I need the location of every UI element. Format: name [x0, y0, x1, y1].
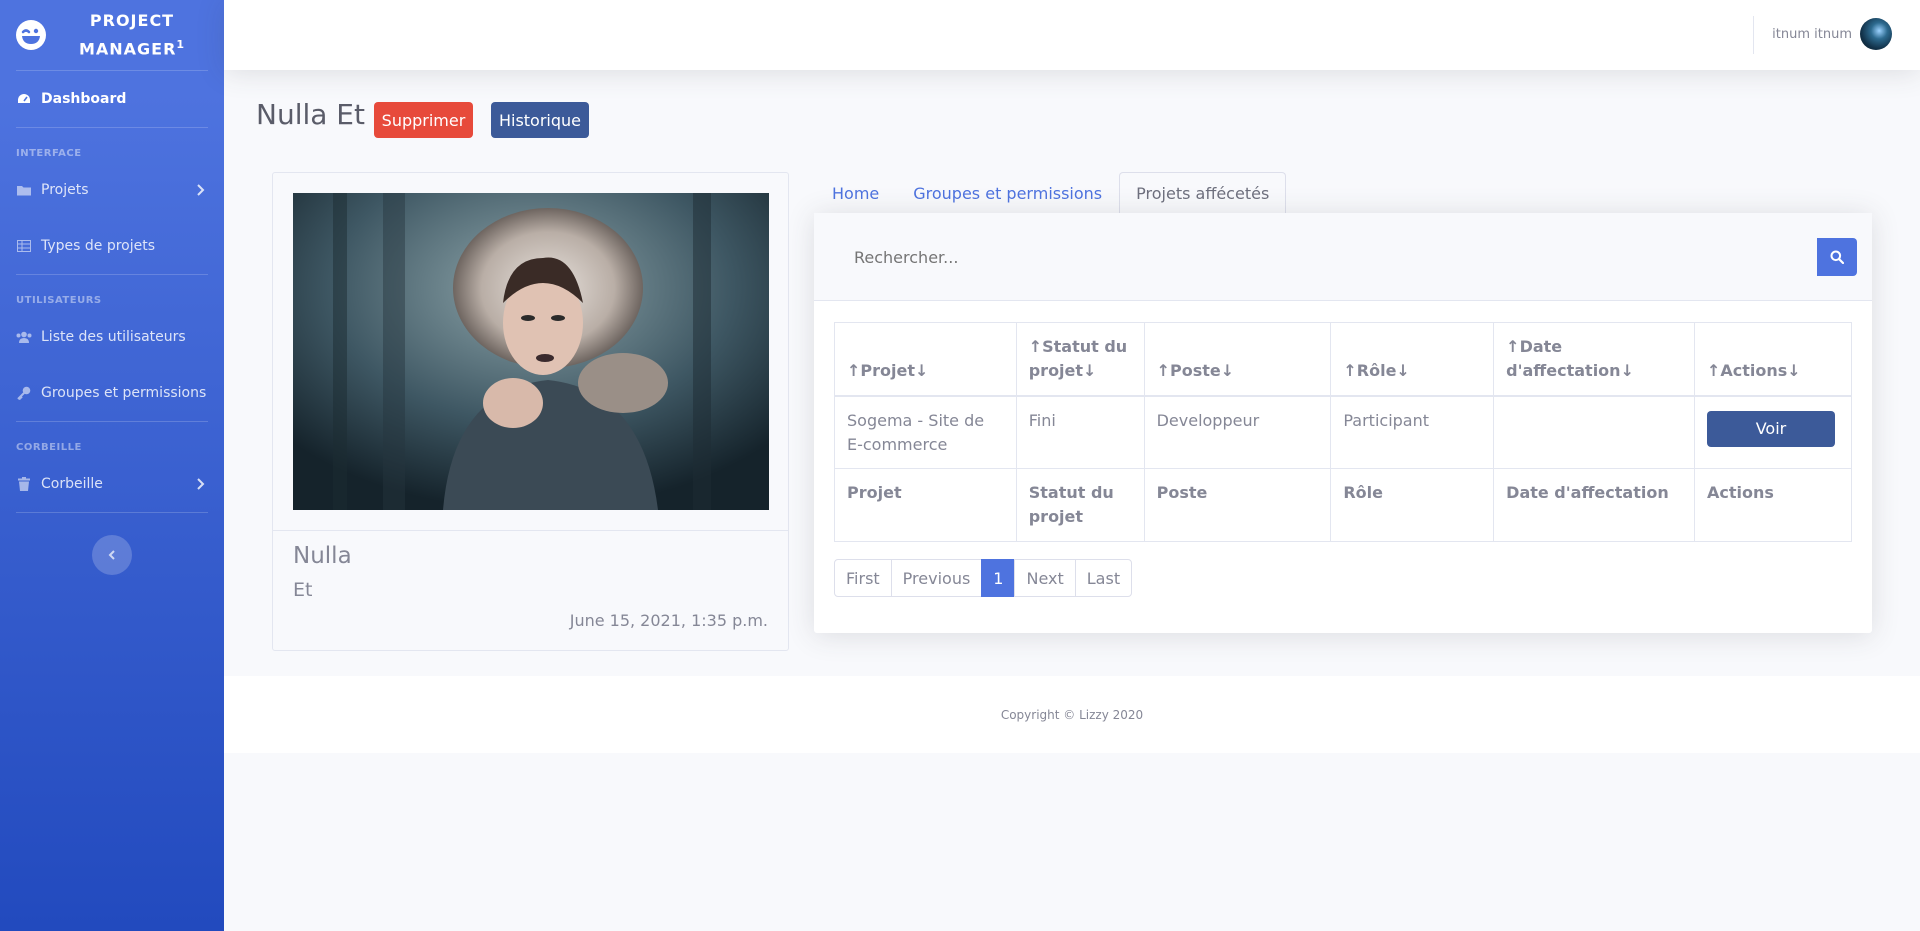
footer: Copyright © Lizzy 2020 [224, 676, 1920, 753]
table-icon [16, 238, 32, 254]
column-footer-date: Date d'affectation [1493, 468, 1695, 542]
avatar [1860, 18, 1892, 50]
profile-first-name: Nulla [293, 543, 352, 569]
page-next-button[interactable]: Next [1014, 559, 1076, 597]
username: itnum itnum [1772, 26, 1852, 42]
table-header-row: ↑Projet↓ ↑Statut du projet↓ ↑Poste↓ ↑Rôl… [834, 322, 1853, 397]
sidebar-heading: CORBEILLE [16, 442, 82, 453]
profile-divider [273, 530, 788, 531]
copyright-text: Copyright © Lizzy 2020 [1000, 707, 1144, 722]
sidebar-divider [16, 512, 208, 513]
profile-card: Nulla Et June 15, 2021, 1:35 p.m. [272, 172, 789, 651]
page-previous-button[interactable]: Previous [890, 559, 983, 597]
tachometer-icon [16, 91, 32, 107]
column-header-role[interactable]: ↑Rôle↓ [1330, 322, 1495, 397]
column-footer-poste: Poste [1143, 468, 1332, 542]
column-header-projet[interactable]: ↑Projet↓ [834, 322, 1017, 397]
sidebar-item-types-projets[interactable]: Types de projets [0, 218, 224, 274]
sidebar-item-label: Dashboard [41, 91, 127, 107]
column-header-date[interactable]: ↑Date d'affectation↓ [1493, 322, 1695, 397]
folder-icon [16, 182, 32, 198]
brand-title: PROJECT MANAGER1 [78, 10, 186, 59]
column-footer-statut: Statut du projet [1015, 468, 1145, 542]
sidebar: PROJECT MANAGER1 Dashboard INTERFACE Pro… [0, 0, 224, 931]
table-footer-row: Projet Statut du projet Poste Rôle Date … [834, 468, 1853, 542]
column-footer-projet: Projet [834, 468, 1017, 542]
projects-panel: ↑Projet↓ ↑Statut du projet↓ ↑Poste↓ ↑Rôl… [814, 213, 1872, 633]
sidebar-toggle-button[interactable] [92, 535, 132, 575]
search-icon [1830, 250, 1844, 264]
column-header-statut[interactable]: ↑Statut du projet↓ [1015, 322, 1145, 397]
delete-button[interactable]: Supprimer [374, 102, 473, 138]
search-bar [814, 213, 1872, 301]
projects-table: ↑Projet↓ ↑Statut du projet↓ ↑Poste↓ ↑Rôl… [834, 322, 1853, 542]
chevron-right-icon [197, 478, 205, 490]
cell-poste: Developpeur [1143, 395, 1332, 469]
sidebar-item-label: Groupes et permissions [41, 385, 207, 401]
sidebar-item-corbeille[interactable]: Corbeille [0, 456, 224, 512]
search-input[interactable] [836, 238, 1816, 276]
tab-projets-affectes[interactable]: Projets affécetés [1119, 172, 1287, 214]
sidebar-item-label: Types de projets [41, 238, 156, 254]
sidebar-heading: UTILISATEURS [16, 295, 102, 306]
tab-home[interactable]: Home [815, 172, 896, 214]
sidebar-item-dashboard[interactable]: Dashboard [0, 71, 224, 127]
column-footer-actions: Actions [1693, 468, 1853, 542]
column-footer-role: Rôle [1330, 468, 1495, 542]
profile-date: June 15, 2021, 1:35 p.m. [569, 611, 768, 630]
page-last-button[interactable]: Last [1074, 559, 1133, 597]
chevron-right-icon [197, 184, 205, 196]
sidebar-item-label: Projets [41, 182, 89, 198]
cell-actions: Voir [1693, 395, 1853, 469]
brand[interactable]: PROJECT MANAGER1 [0, 0, 224, 70]
profile-last-name: Et [293, 579, 313, 601]
cell-date [1493, 395, 1695, 469]
sidebar-item-users-list[interactable]: Liste des utilisateurs [0, 309, 224, 365]
user-menu[interactable]: itnum itnum [1772, 18, 1892, 50]
column-header-actions[interactable]: ↑Actions↓ [1693, 322, 1853, 397]
search-button[interactable] [1817, 238, 1857, 276]
tabs: Home Groupes et permissions Projets affé… [815, 172, 1287, 214]
sidebar-item-projets[interactable]: Projets [0, 162, 224, 218]
page-current-button[interactable]: 1 [981, 559, 1016, 597]
column-header-poste[interactable]: ↑Poste↓ [1143, 322, 1332, 397]
sidebar-heading: INTERFACE [16, 148, 82, 159]
tab-groupes-permissions[interactable]: Groupes et permissions [896, 172, 1119, 214]
sidebar-item-label: Liste des utilisateurs [41, 329, 186, 345]
sidebar-item-groupes[interactable]: Groupes et permissions [0, 365, 224, 421]
cell-role: Participant [1330, 395, 1495, 469]
sidebar-item-label: Corbeille [41, 476, 103, 492]
history-button[interactable]: Historique [491, 102, 589, 138]
users-icon [16, 329, 32, 345]
laugh-wink-icon [16, 20, 46, 50]
view-button[interactable]: Voir [1706, 410, 1835, 447]
table-row: Sogema - Site de E-commerce Fini Develop… [834, 395, 1853, 469]
key-icon [16, 385, 32, 401]
page-title: Nulla Et [256, 98, 365, 131]
trash-icon [16, 476, 32, 492]
pagination: First Previous 1 Next Last [834, 559, 1133, 597]
page-first-button[interactable]: First [834, 559, 892, 597]
topbar: itnum itnum [224, 0, 1920, 70]
cell-statut: Fini [1015, 395, 1145, 469]
chevron-left-icon [108, 550, 115, 560]
profile-photo [293, 193, 769, 510]
cell-projet: Sogema - Site de E-commerce [834, 395, 1017, 469]
topbar-divider [1753, 16, 1754, 54]
